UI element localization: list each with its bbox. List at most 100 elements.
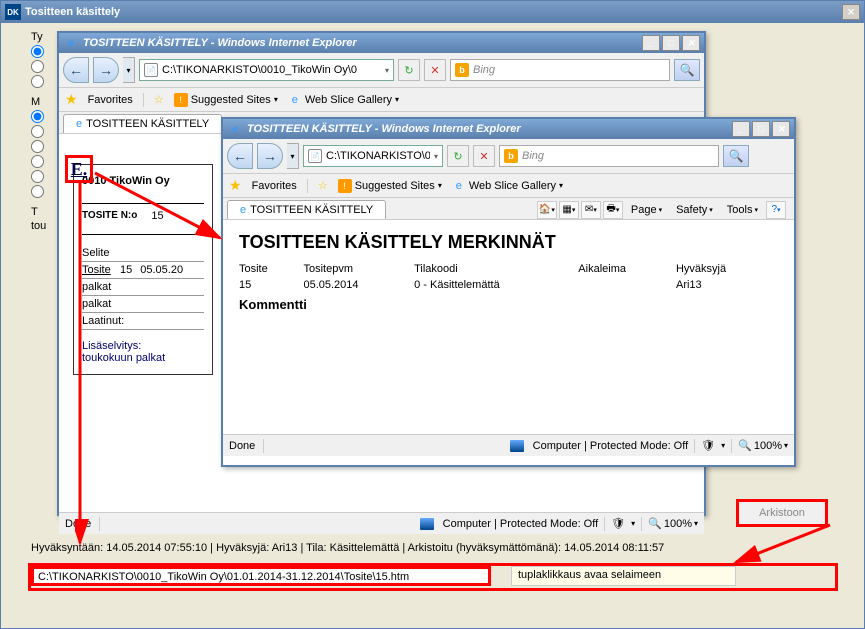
ie-icon: e [76,118,82,130]
zoom-control[interactable]: 🔍 100% ▾ [738,439,788,452]
side-label-m: M [31,96,46,108]
back-button[interactable]: ← [63,57,89,83]
ie2-title: TOSITTEEN KÄSITTELY - Windows Internet E… [247,123,521,135]
page-icon: 📄 [144,63,158,77]
webslice-link[interactable]: e Web Slice Gallery ▾ [452,179,563,193]
col-aikaleima: Aikaleima [578,261,676,277]
zoom-icon: 🔍 [648,517,662,530]
feeds-button[interactable]: ▦▾ [559,201,579,219]
document-preview: 0010 TikoWin Oy TOSITE N:o 15 Selite Tos… [73,164,213,375]
home-button[interactable]: 🏠▾ [537,201,557,219]
col-tositepvm: Tositepvm [303,261,414,277]
arkistoon-button[interactable]: Arkistoon [736,499,828,527]
minimize-button[interactable]: _ [732,121,750,137]
close-button[interactable]: ✕ [682,35,700,51]
maximize-button[interactable]: □ [662,35,680,51]
refresh-button[interactable]: ↻ [398,59,420,81]
status-done: Done [65,518,91,530]
search-button[interactable]: 🔍 [674,59,700,81]
close-button[interactable]: ✕ [772,121,790,137]
add-favorite-icon[interactable]: ☆ [154,93,164,106]
add-favorite-icon[interactable]: ☆ [318,179,328,192]
side-label-t: T [31,206,46,218]
chevron-down-icon[interactable]: ▾ [434,152,438,161]
favorites-star-icon[interactable]: ★ [229,177,242,194]
security-icon: 🛡 [701,439,715,452]
refresh-button[interactable]: ↻ [447,145,469,167]
mail-button[interactable]: ✉▾ [581,201,601,219]
favorites-label[interactable]: Favorites [252,180,297,192]
row-palkat-2: palkat [82,298,111,310]
webslice-link[interactable]: e Web Slice Gallery ▾ [288,93,399,107]
ie1-statusbar: Done Computer | Protected Mode: Off 🛡 ▾ … [59,512,704,534]
radio-2[interactable] [31,60,44,73]
suggested-sites-link[interactable]: ! Suggested Sites ▾ [174,93,278,107]
webslice-icon: e [288,93,302,107]
search-placeholder: Bing [522,150,544,162]
radio-1[interactable] [31,45,44,58]
doc-company: 0010 TikoWin Oy [82,175,204,187]
zoom-control[interactable]: 🔍 100% ▾ [648,517,698,530]
page-icon: 📄 [308,149,322,163]
help-button[interactable]: ?▾ [766,201,786,219]
radio-3[interactable] [31,75,44,88]
col-tosite: Tosite [239,261,303,277]
address-text: C:\TIKONARKISTO\00 [326,150,430,162]
file-path-field[interactable]: C:\TIKONARKISTO\0010_TikoWin Oy\01.01.20… [31,566,491,586]
chevron-down-icon: ▾ [438,181,442,190]
radio-6[interactable] [31,140,44,153]
doc-lisaselvitys: Lisäselvitys: [82,340,204,352]
print-button[interactable]: 🖶▾ [603,201,623,219]
nav-dropdown[interactable]: ▾ [123,57,135,83]
side-label-ty: Ty [31,31,46,43]
radio-9[interactable] [31,185,44,198]
hint-tooltip: tuplaklikkaus avaa selaimeen [511,566,736,586]
search-box[interactable]: b Bing [450,59,670,81]
stop-button[interactable]: ✕ [424,59,446,81]
status-protected: Computer | Protected Mode: Off [533,440,689,452]
close-button[interactable]: ✕ [842,4,860,20]
app-title: Tositteen käsittely [25,6,120,18]
nav-dropdown[interactable]: ▾ [287,143,299,169]
side-label-tou: tou [31,220,46,232]
favorites-label[interactable]: Favorites [88,94,133,106]
app-titlebar: DK Tositteen käsittely ✕ [1,1,864,23]
radio-5[interactable] [31,125,44,138]
maximize-button[interactable]: □ [752,121,770,137]
safety-menu[interactable]: Safety▾ [670,202,719,218]
page-menu[interactable]: Page▾ [625,202,668,218]
ie2-statusbar: Done Computer | Protected Mode: Off 🛡 ▾ … [223,434,794,456]
search-box[interactable]: b Bing [499,145,719,167]
computer-icon [510,440,524,452]
ie2-content: TOSITTEEN KÄSITTELY MERKINNÄT Tosite Tos… [223,220,794,434]
bing-icon: b [455,63,469,77]
ie1-titlebar: e TOSITTEEN KÄSITTELY - Windows Internet… [59,33,704,53]
suggested-sites-link[interactable]: ! Suggested Sites ▾ [338,179,442,193]
ie-icon: e [63,35,79,51]
chevron-down-icon[interactable]: ▾ [385,66,389,75]
radio-8[interactable] [31,170,44,183]
tools-menu[interactable]: Tools▾ [721,202,764,218]
status-protected: Computer | Protected Mode: Off [443,518,599,530]
ie1-title: TOSITTEEN KÄSITTELY - Windows Internet E… [83,37,357,49]
col-selite: Selite [82,247,112,259]
forward-button[interactable]: → [93,57,119,83]
tab-tositteen[interactable]: e TOSITTEEN KÄSITTELY [227,200,386,219]
address-bar[interactable]: 📄 C:\TIKONARKISTO\00 ▾ [303,145,443,167]
computer-icon [420,518,434,530]
favorites-star-icon[interactable]: ★ [65,91,78,108]
col-tosite: Tosite [82,264,112,276]
minimize-button[interactable]: _ [642,35,660,51]
bing-icon: b [504,149,518,163]
ie-icon: e [227,121,243,137]
radio-7[interactable] [31,155,44,168]
forward-button[interactable]: → [257,143,283,169]
address-bar[interactable]: 📄 C:\TIKONARKISTO\0010_TikoWin Oy\0 ▾ [139,59,394,81]
ie1-favbar: ★ Favorites ☆ ! Suggested Sites ▾ e Web … [59,88,704,112]
tab-tositteen[interactable]: e TOSITTEEN KÄSITTELY [63,114,222,133]
radio-4[interactable] [31,110,44,123]
stop-button[interactable]: ✕ [473,145,495,167]
search-button[interactable]: 🔍 [723,145,749,167]
side-panel: Ty M T tou [31,31,46,232]
back-button[interactable]: ← [227,143,253,169]
